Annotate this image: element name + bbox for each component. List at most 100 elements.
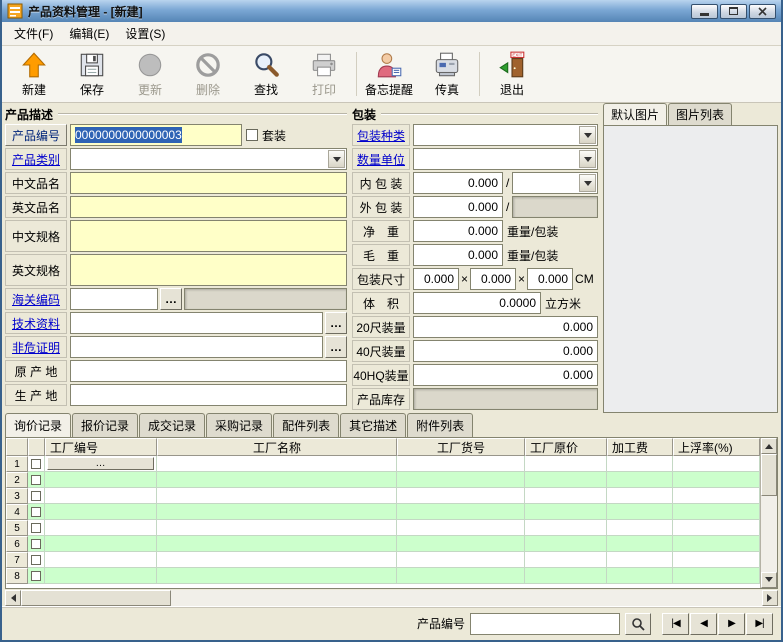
toolbar-reminder-button[interactable]: 备忘提醒 (360, 47, 418, 101)
toolbar-update-button[interactable]: 更新 (121, 47, 179, 101)
vertical-scroll-track[interactable] (761, 454, 777, 572)
qty-unit-link[interactable]: 数量单位 (357, 151, 405, 168)
tech-doc-link[interactable]: 技术资料 (12, 315, 60, 332)
nondanger-browse-button[interactable]: … (325, 336, 347, 358)
outer-pack-input[interactable]: 0.000 (413, 196, 503, 218)
table-row[interactable]: 6 (6, 536, 760, 552)
row-checkbox[interactable] (31, 523, 41, 533)
pack-size-width-input[interactable]: 0.000 (470, 268, 516, 290)
menu-file[interactable]: 文件(F) (6, 22, 61, 45)
table-row[interactable]: 2 (6, 472, 760, 488)
header-factory-no[interactable]: 工厂编号 (45, 438, 157, 456)
set-checkbox[interactable] (246, 129, 258, 141)
horizontal-scrollbar[interactable] (5, 590, 778, 606)
tab-parts-list[interactable]: 配件列表 (273, 413, 339, 437)
search-product-no-input[interactable] (470, 613, 620, 635)
header-factory-item-no[interactable]: 工厂货号 (397, 438, 525, 456)
tab-deal-records[interactable]: 成交记录 (139, 413, 205, 437)
container20-input[interactable]: 0.000 (413, 316, 598, 338)
toolbar-fax-button[interactable]: 传真 (418, 47, 476, 101)
chevron-down-icon[interactable] (328, 150, 345, 168)
row-checkbox[interactable] (31, 459, 41, 469)
en-name-input[interactable] (70, 196, 347, 218)
menu-settings[interactable]: 设置(S) (117, 22, 173, 45)
pack-type-link[interactable]: 包装种类 (357, 127, 405, 144)
produce-input[interactable] (70, 384, 347, 406)
tab-inquiry-records[interactable]: 询价记录 (5, 413, 71, 437)
table-row[interactable]: 7 (6, 552, 760, 568)
row-checkbox[interactable] (31, 475, 41, 485)
header-markup-rate[interactable]: 上浮率(%) (673, 438, 760, 456)
container40hq-input[interactable]: 0.000 (413, 364, 598, 386)
table-row[interactable]: 5 (6, 520, 760, 536)
table-row[interactable]: 8 (6, 568, 760, 584)
horizontal-scroll-track[interactable] (21, 590, 762, 606)
nondanger-link[interactable]: 非危证明 (12, 339, 60, 356)
product-no-input[interactable]: 0000000000000003 (70, 124, 242, 146)
category-link[interactable]: 产品类别 (12, 151, 60, 168)
customs-browse-button[interactable]: … (160, 288, 182, 310)
nav-last-button[interactable]: ▶| (746, 613, 773, 635)
header-factory-name[interactable]: 工厂名称 (157, 438, 397, 456)
row-checkbox[interactable] (31, 491, 41, 501)
row-checkbox[interactable] (31, 571, 41, 581)
row-checkbox[interactable] (31, 555, 41, 565)
pack-type-dropdown[interactable] (413, 124, 598, 146)
cn-name-input[interactable] (70, 172, 347, 194)
chevron-down-icon[interactable] (579, 174, 596, 192)
minimize-button[interactable] (691, 4, 718, 19)
toolbar-new-button[interactable]: 新建 (5, 47, 63, 101)
nav-first-button[interactable]: |◀ (662, 613, 689, 635)
customs-code-input[interactable] (70, 288, 158, 310)
tech-doc-input[interactable] (70, 312, 323, 334)
close-button[interactable] (749, 4, 776, 19)
search-button[interactable] (625, 613, 651, 635)
factory-picker-button[interactable]: … (47, 457, 154, 470)
table-row[interactable]: 1 … (6, 456, 760, 472)
header-factory-price[interactable]: 工厂原价 (525, 438, 607, 456)
origin-input[interactable] (70, 360, 347, 382)
qty-unit-dropdown[interactable] (413, 148, 598, 170)
container40-input[interactable]: 0.000 (413, 340, 598, 362)
menu-edit[interactable]: 编辑(E) (61, 22, 117, 45)
scroll-up-button[interactable] (761, 438, 777, 454)
category-dropdown[interactable] (70, 148, 347, 170)
tab-other-description[interactable]: 其它描述 (340, 413, 406, 437)
scroll-down-button[interactable] (761, 572, 777, 588)
toolbar-print-button[interactable]: 打印 (295, 47, 353, 101)
pack-size-height-input[interactable]: 0.000 (527, 268, 573, 290)
tab-attachment-list[interactable]: 附件列表 (407, 413, 473, 437)
tab-default-image[interactable]: 默认图片 (603, 103, 667, 125)
maximize-button[interactable] (720, 4, 747, 19)
nav-next-button[interactable]: ▶ (718, 613, 745, 635)
cn-spec-input[interactable] (70, 220, 347, 252)
en-spec-input[interactable] (70, 254, 347, 286)
row-checkbox[interactable] (31, 539, 41, 549)
inner-pack-unit-dropdown[interactable] (512, 172, 598, 194)
volume-input[interactable]: 0.0000 (413, 292, 541, 314)
toolbar-exit-button[interactable]: EXIT 退出 (483, 47, 541, 101)
inner-pack-input[interactable]: 0.000 (413, 172, 503, 194)
customs-code-link[interactable]: 海关编码 (12, 291, 60, 308)
net-weight-input[interactable]: 0.000 (413, 220, 503, 242)
toolbar-find-button[interactable]: 查找 (237, 47, 295, 101)
scroll-right-button[interactable] (762, 590, 778, 606)
vertical-scroll-thumb[interactable] (761, 454, 777, 496)
pack-size-length-input[interactable]: 0.000 (413, 268, 459, 290)
header-processing-fee[interactable]: 加工费 (607, 438, 673, 456)
tab-purchase-records[interactable]: 采购记录 (206, 413, 272, 437)
tab-image-list[interactable]: 图片列表 (668, 103, 732, 125)
product-no-button[interactable]: 产品编号 (5, 124, 67, 146)
gross-weight-input[interactable]: 0.000 (413, 244, 503, 266)
nav-prev-button[interactable]: ◀ (690, 613, 717, 635)
toolbar-save-button[interactable]: 保存 (63, 47, 121, 101)
toolbar-delete-button[interactable]: 删除 (179, 47, 237, 101)
row-checkbox[interactable] (31, 507, 41, 517)
tech-browse-button[interactable]: … (325, 312, 347, 334)
horizontal-scroll-thumb[interactable] (21, 590, 171, 606)
tab-quote-records[interactable]: 报价记录 (72, 413, 138, 437)
vertical-scrollbar[interactable] (760, 438, 777, 588)
table-row[interactable]: 3 (6, 488, 760, 504)
scroll-left-button[interactable] (5, 590, 21, 606)
chevron-down-icon[interactable] (579, 150, 596, 168)
